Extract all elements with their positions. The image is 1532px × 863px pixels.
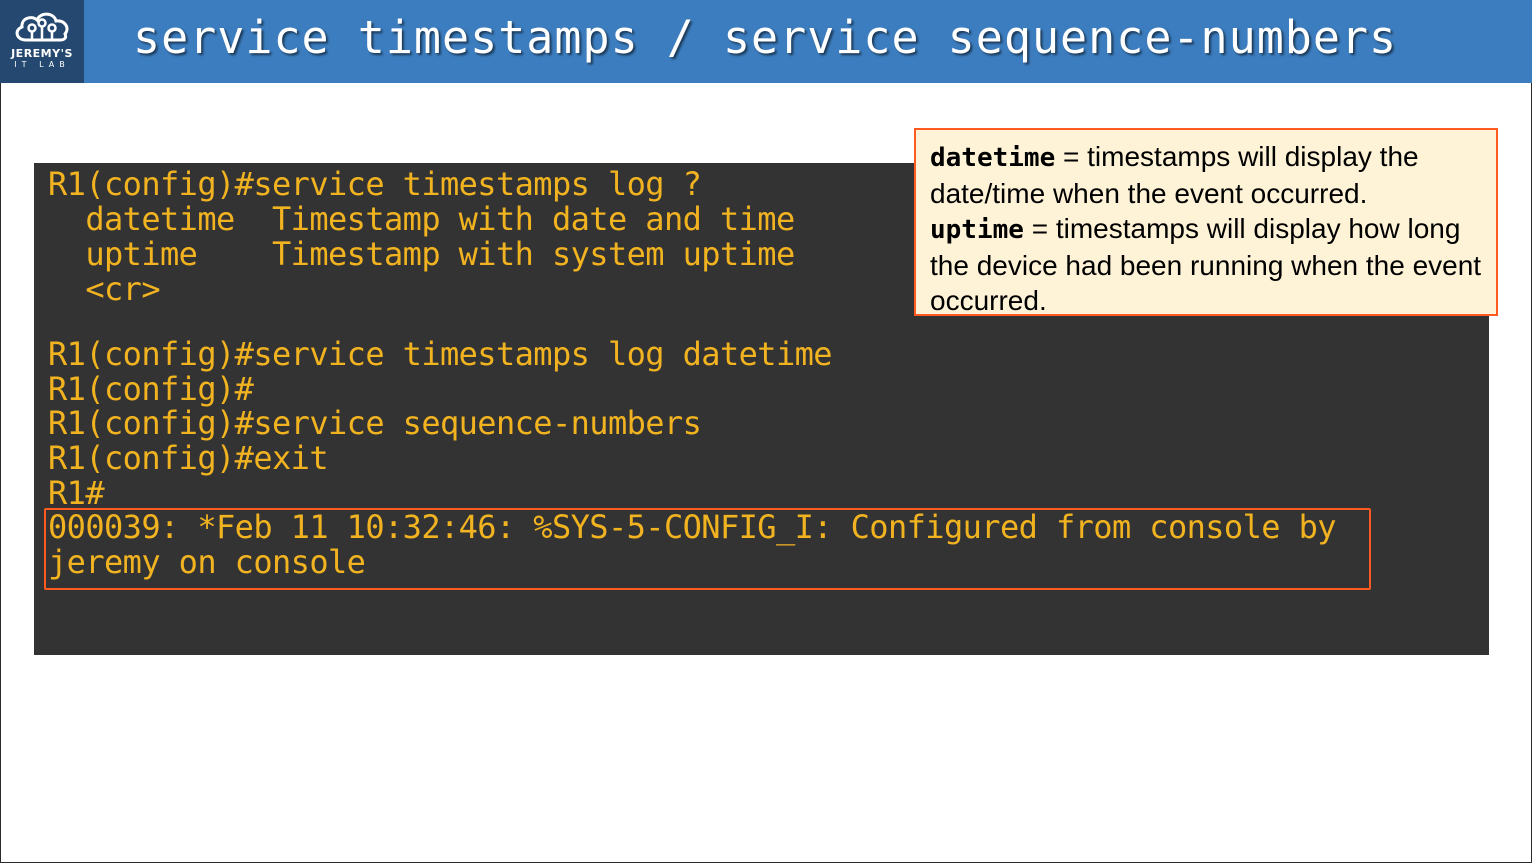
log-message-highlight	[44, 508, 1371, 590]
terminal-line: <cr>	[48, 270, 160, 308]
uptime-keyword: uptime	[930, 215, 1024, 245]
datetime-keyword: datetime	[930, 143, 1056, 173]
terminal-line: R1(config)#service timestamps log ?	[48, 165, 702, 203]
terminal-line: uptime Timestamp with system uptime	[48, 235, 795, 273]
terminal-line: R1(config)#exit	[48, 439, 329, 477]
logo: JEREMY'S IT LAB	[0, 0, 84, 83]
terminal-line: datetime Timestamp with date and time	[48, 200, 795, 238]
logo-subtitle: IT LAB	[14, 60, 70, 69]
logo-title: JEREMY'S	[11, 47, 73, 60]
slide-title: service timestamps / service sequence-nu…	[133, 11, 1398, 64]
slide-header: JEREMY'S IT LAB service timestamps / ser…	[0, 0, 1532, 83]
terminal-line: R1#	[48, 474, 105, 512]
cloud-circuit-icon	[15, 12, 69, 42]
explanation-callout: datetime = timestamps will display the d…	[914, 128, 1498, 316]
terminal-line: R1(config)#service sequence-numbers	[48, 404, 702, 442]
terminal-line: R1(config)#service timestamps log dateti…	[48, 335, 833, 373]
terminal-line: R1(config)#	[48, 370, 254, 408]
